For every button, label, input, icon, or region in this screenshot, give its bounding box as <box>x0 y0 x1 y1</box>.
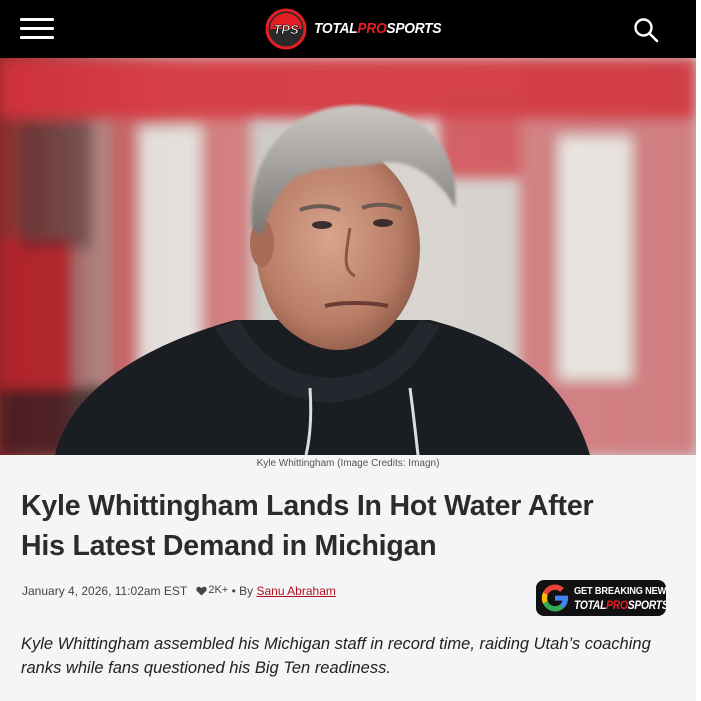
menu-bar <box>20 27 54 30</box>
logo-text-prefix: TOTAL <box>314 20 358 37</box>
gnews-suffix: SPORTS <box>627 598 666 612</box>
byline-prefix: • By <box>231 584 254 598</box>
logo-text-accent: PRO <box>357 20 387 37</box>
hero-photo <box>0 58 696 455</box>
right-gutter <box>696 0 701 701</box>
logo-text-suffix: SPORTS <box>386 20 442 37</box>
menu-bar <box>20 18 54 21</box>
logo-wordmark: TOTALPROSPORTS <box>314 20 442 37</box>
hamburger-menu-icon[interactable] <box>20 18 54 40</box>
article-title-line1: Kyle Whittingham Lands In Hot Water Afte… <box>21 490 594 522</box>
google-news-button[interactable]: GET BREAKING NEWS TOTALPROSPORTS <box>536 580 666 616</box>
heart-icon <box>196 586 207 596</box>
google-news-line1: GET BREAKING NEWS <box>574 585 666 597</box>
tps-logo-icon: TPS <box>265 8 307 50</box>
site-header: TPS TOTALPROSPORTS <box>0 0 696 58</box>
logo-badge-text: TPS <box>273 22 299 37</box>
article-excerpt: Kyle Whittingham assembled his Michigan … <box>21 635 651 677</box>
google-news-line2: TOTALPROSPORTS <box>574 598 666 612</box>
article-meta: January 4, 2026, 11:02am EST 2K+ • By Sa… <box>22 584 336 598</box>
gnews-accent: PRO <box>606 598 628 612</box>
hero-image[interactable] <box>0 58 696 455</box>
google-g-icon <box>541 584 568 612</box>
page: TPS TOTALPROSPORTS Kyle Whittingham (Ima… <box>0 0 696 701</box>
search-icon[interactable] <box>632 16 660 44</box>
menu-bar <box>20 36 54 39</box>
article-title: Kyle Whittingham Lands In Hot Water Afte… <box>21 486 661 566</box>
publish-date: January 4, 2026, 11:02am EST <box>22 584 187 598</box>
article-title-line2: His Latest Demand in Michigan <box>21 530 437 562</box>
author-link[interactable]: Sanu Abraham <box>256 584 335 598</box>
like-count: 2K+ <box>208 584 229 596</box>
hero-caption: Kyle Whittingham (Image Credits: Imagn) <box>256 458 440 469</box>
site-logo[interactable]: TPS TOTALPROSPORTS <box>264 8 442 50</box>
gnews-prefix: TOTAL <box>574 598 607 612</box>
